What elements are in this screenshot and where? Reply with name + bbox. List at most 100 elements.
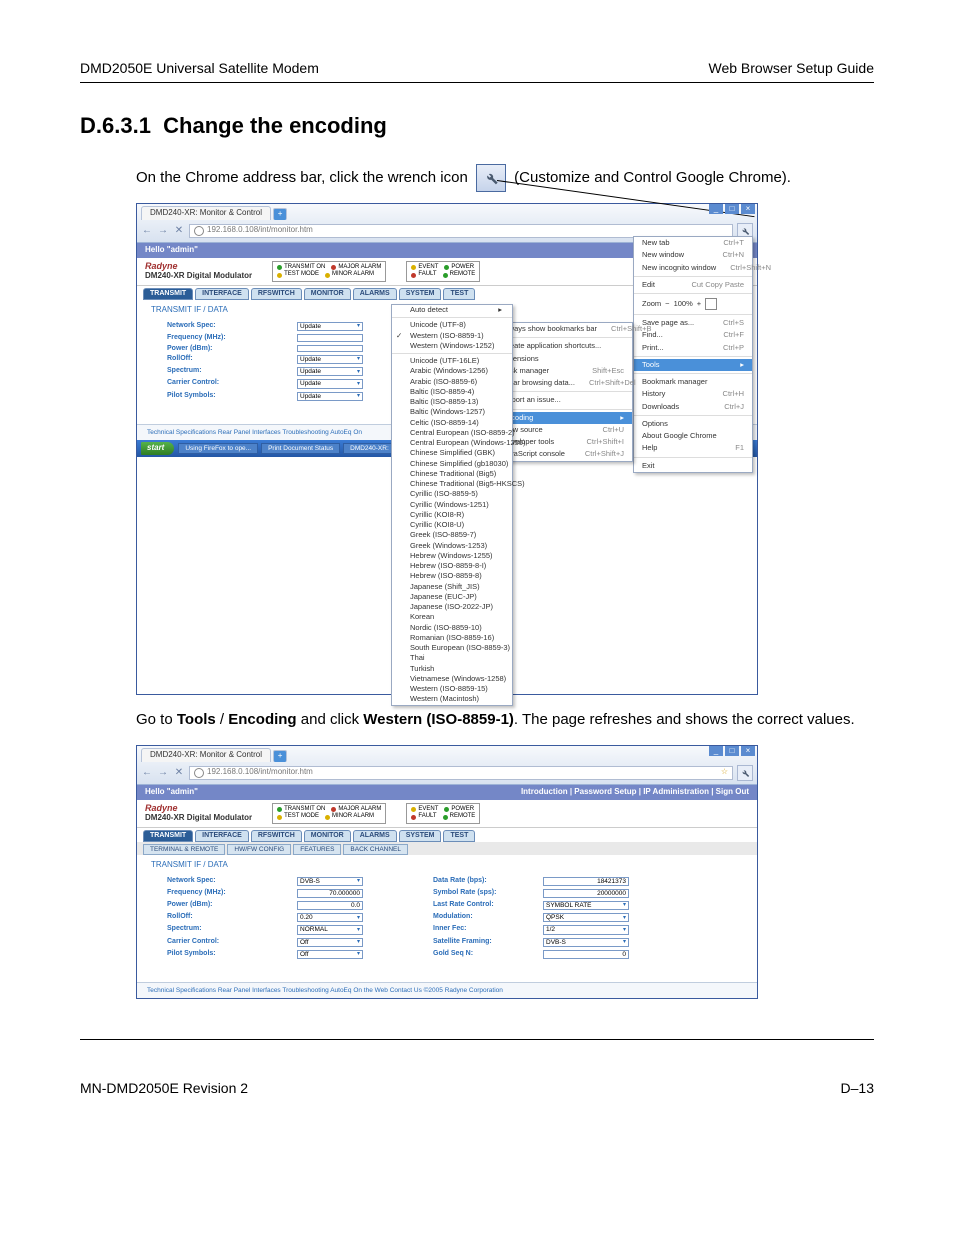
menu-item[interactable]: Baltic (ISO-8859-4) xyxy=(392,387,512,397)
back-button[interactable]: ← xyxy=(141,767,153,779)
app-tab[interactable]: SYSTEM xyxy=(399,830,442,842)
menu-item[interactable]: Options xyxy=(634,418,752,430)
menu-item[interactable]: Tools▸ xyxy=(634,359,752,371)
menu-item[interactable]: Baltic (ISO-8859-13) xyxy=(392,397,512,407)
menu-item[interactable]: Thai xyxy=(392,653,512,663)
menu-item[interactable]: Japanese (Shift_JIS) xyxy=(392,582,512,592)
app-tab[interactable]: TEST xyxy=(443,830,475,842)
menu-item[interactable]: Japanese (EUC-JP) xyxy=(392,592,512,602)
menu-item[interactable]: JavaScript consoleCtrl+Shift+J xyxy=(494,448,632,460)
menu-item[interactable]: Western (ISO-8859-15) xyxy=(392,684,512,694)
menu-item[interactable]: Baltic (Windows-1257) xyxy=(392,407,512,417)
field-control[interactable]: Update▾ xyxy=(297,367,363,376)
field-control[interactable] xyxy=(297,345,363,353)
menu-item[interactable]: Chinese Traditional (Big5-HKSCS) xyxy=(392,479,512,489)
field-control[interactable]: Update▾ xyxy=(297,355,363,364)
menu-item[interactable]: Encoding▸ xyxy=(494,412,632,424)
menu-item[interactable]: Cyrillic (KOI8-R) xyxy=(392,510,512,520)
menu-item[interactable]: Nordic (ISO-8859-10) xyxy=(392,623,512,633)
menu-item[interactable]: New tabCtrl+T xyxy=(634,237,752,249)
stop-button[interactable]: ✕ xyxy=(173,767,185,779)
wrench-menu-button[interactable] xyxy=(737,765,753,781)
menu-item[interactable]: Hebrew (ISO-8859-8) xyxy=(392,571,512,581)
maximize-button[interactable]: □ xyxy=(725,204,739,214)
menu-item[interactable]: Western (Macintosh) xyxy=(392,694,512,704)
menu-item[interactable]: EditCut Copy Paste xyxy=(634,279,752,291)
app-tab[interactable]: TRANSMIT xyxy=(143,830,193,842)
field-control[interactable]: NORMAL▾ xyxy=(297,925,363,934)
menu-item[interactable]: Chinese Simplified (GBK) xyxy=(392,448,512,458)
taskbar-item[interactable]: Print Document Status xyxy=(261,443,340,454)
field-control[interactable]: 1/2▾ xyxy=(543,925,629,934)
minimize-button[interactable]: _ xyxy=(709,204,723,214)
menu-item[interactable]: Central European (Windows-1250) xyxy=(392,438,512,448)
forward-button[interactable]: → xyxy=(157,225,169,237)
field-control[interactable]: QPSK▾ xyxy=(543,913,629,922)
maximize-button[interactable]: □ xyxy=(725,746,739,756)
menu-item[interactable]: Cyrillic (Windows-1251) xyxy=(392,500,512,510)
menu-item[interactable]: Find...Ctrl+F xyxy=(634,329,752,341)
app-subtab[interactable]: BACK CHANNEL xyxy=(343,844,408,855)
app-tab[interactable]: MONITOR xyxy=(304,830,351,842)
menu-item[interactable]: Arabic (ISO-8859-6) xyxy=(392,377,512,387)
chrome-menu[interactable]: New tabCtrl+TNew windowCtrl+NNew incogni… xyxy=(633,236,753,473)
taskbar-item[interactable]: Using FireFox to ope... xyxy=(178,443,258,454)
browser-tab[interactable]: DMD240-XR: Monitor & Control xyxy=(141,206,271,220)
menu-item[interactable]: Clear browsing data...Ctrl+Shift+Del xyxy=(494,377,632,389)
back-button[interactable]: ← xyxy=(141,225,153,237)
menu-item[interactable]: Unicode (UTF-16LE) xyxy=(392,356,512,366)
menu-item[interactable]: Hebrew (ISO-8859-8-I) xyxy=(392,561,512,571)
menu-item[interactable]: Vietnamese (Windows-1258) xyxy=(392,674,512,684)
app-tab[interactable]: SYSTEM xyxy=(399,288,442,300)
menu-item[interactable]: Japanese (ISO-2022-JP) xyxy=(392,602,512,612)
close-button[interactable]: × xyxy=(741,746,755,756)
menu-item[interactable]: Romanian (ISO-8859-16) xyxy=(392,633,512,643)
menu-item[interactable]: HelpF1 xyxy=(634,442,752,454)
menu-item[interactable]: Auto detect▸ xyxy=(392,305,512,315)
field-control[interactable]: SYMBOL RATE▾ xyxy=(543,901,629,910)
menu-item[interactable]: Task managerShift+Esc xyxy=(494,365,632,377)
menu-item[interactable]: Central European (ISO-8859-2) xyxy=(392,428,512,438)
menu-item[interactable]: Unicode (UTF-8) xyxy=(392,320,512,330)
menu-item[interactable]: Exit xyxy=(634,460,752,472)
field-control[interactable]: Off▾ xyxy=(297,938,363,947)
stop-button[interactable]: ✕ xyxy=(173,225,185,237)
menu-item[interactable]: Chinese Traditional (Big5) xyxy=(392,469,512,479)
menu-item[interactable]: New incognito windowCtrl+Shift+N xyxy=(634,262,752,274)
new-tab-button[interactable]: + xyxy=(273,208,287,220)
browser-tab[interactable]: DMD240-XR: Monitor & Control xyxy=(141,748,271,762)
app-subtab[interactable]: HW/FW CONFIG xyxy=(227,844,291,855)
forward-button[interactable]: → xyxy=(157,767,169,779)
menu-item[interactable]: New windowCtrl+N xyxy=(634,249,752,261)
menu-item[interactable]: HistoryCtrl+H xyxy=(634,388,752,400)
field-control[interactable]: 0 xyxy=(543,950,629,959)
menu-item[interactable]: DownloadsCtrl+J xyxy=(634,401,752,413)
field-control[interactable]: DVB-S▾ xyxy=(543,938,629,947)
menu-item[interactable]: Cyrillic (KOI8-U) xyxy=(392,520,512,530)
menu-item[interactable]: Always show bookmarks barCtrl+Shift+B xyxy=(494,323,632,335)
menu-item[interactable]: Western (Windows-1252) xyxy=(392,341,512,351)
field-control[interactable] xyxy=(297,334,363,342)
app-tab[interactable]: RFSWITCH xyxy=(251,288,302,300)
address-bar[interactable]: 192.168.0.108/int/monitor.htm ☆ xyxy=(189,766,733,780)
app-tab[interactable]: ALARMS xyxy=(353,288,397,300)
menu-item[interactable]: Save page as...Ctrl+S xyxy=(634,317,752,329)
menu-item[interactable]: Report an issue... xyxy=(494,394,632,406)
app-subtab[interactable]: FEATURES xyxy=(293,844,341,855)
app-tab[interactable]: TRANSMIT xyxy=(143,288,193,300)
menu-item[interactable]: Korean xyxy=(392,612,512,622)
new-tab-button[interactable]: + xyxy=(273,750,287,762)
menu-item[interactable]: Print...Ctrl+P xyxy=(634,342,752,354)
field-control[interactable]: 70.000000 xyxy=(297,889,363,898)
page-links[interactable]: Introduction | Password Setup | IP Admin… xyxy=(521,788,749,797)
menu-item[interactable]: Turkish xyxy=(392,664,512,674)
menu-item[interactable]: Create application shortcuts... xyxy=(494,340,632,352)
field-control[interactable]: Off▾ xyxy=(297,950,363,959)
app-tab[interactable]: TEST xyxy=(443,288,475,300)
minimize-button[interactable]: _ xyxy=(709,746,723,756)
menu-item[interactable]: Chinese Simplified (gb18030) xyxy=(392,459,512,469)
menu-item[interactable]: Arabic (Windows-1256) xyxy=(392,366,512,376)
app-tab[interactable]: ALARMS xyxy=(353,830,397,842)
field-control[interactable]: 0.0 xyxy=(297,901,363,910)
field-control[interactable]: Update▾ xyxy=(297,322,363,331)
